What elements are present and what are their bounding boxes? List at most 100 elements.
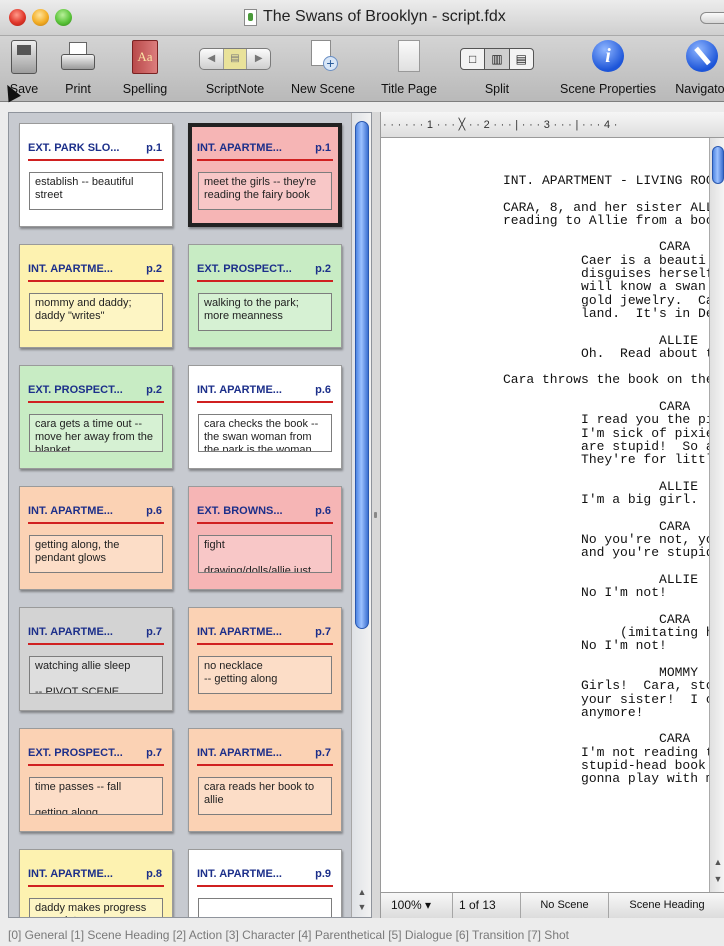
script-pane: · · · · · · 1 · · · ╳ · · 2 · · · | · · … xyxy=(380,112,724,918)
card-summary[interactable]: establish -- beautiful street xyxy=(29,172,163,210)
split-vertical-button[interactable]: ▥ xyxy=(485,49,510,69)
card-page-number: p.6 xyxy=(315,384,331,396)
card-summary[interactable]: cara checks the book -- the swan woman f… xyxy=(198,414,332,452)
script-line: I'm sick of pixie xyxy=(503,425,709,441)
card-summary[interactable]: cara gets a time out -- move her away fr… xyxy=(29,414,163,452)
next-note-button[interactable]: ▶ xyxy=(247,49,270,69)
card-heading-text: EXT. BROWNS... xyxy=(197,505,283,517)
split-horizontal-button[interactable]: ▤ xyxy=(510,49,533,69)
card-summary[interactable]: meet the girls -- they're reading the fa… xyxy=(198,172,332,210)
scriptnote-control: ◀ ▤ ▶ ScriptNote xyxy=(192,40,278,96)
index-card[interactable]: INT. APARTME... p.7 no necklace -- getting… xyxy=(188,607,342,711)
card-summary[interactable]: mommy and daddy; daddy "writes" xyxy=(29,293,163,331)
script-line: CARA xyxy=(503,518,691,534)
card-summary[interactable]: cara reads her book to allie xyxy=(198,777,332,815)
index-card[interactable]: EXT. PROSPECT... p.2 walking to the park; … xyxy=(188,244,342,348)
card-summary[interactable]: time passes -- fall getting along xyxy=(29,777,163,815)
index-card[interactable]: EXT. PROSPECT... p.2 cara gets a time out … xyxy=(19,365,173,469)
navigator-label: Navigator xyxy=(675,82,724,96)
script-line xyxy=(503,560,709,573)
script-line: Cara throws the book on the xyxy=(503,372,709,388)
card-scrollbar[interactable]: ▲ ▼ xyxy=(351,113,371,917)
element-popup[interactable]: Scene Heading xyxy=(609,893,724,918)
script-text[interactable]: INT. APARTMENT - LIVING ROO CARA, 8, and … xyxy=(503,174,709,786)
title-page-button[interactable]: Title Page xyxy=(378,40,440,96)
previous-note-button[interactable]: ◀ xyxy=(200,49,224,69)
index-card-pane: EXT. PARK SLO... p.1 establish -- beautifu… xyxy=(8,112,372,918)
card-summary[interactable]: no necklace -- getting along xyxy=(198,656,332,694)
script-line: No you're not, yo xyxy=(503,532,709,548)
ruler-scale: · · · · · · 1 · · · ╳ · · 2 · · · | · · … xyxy=(383,119,618,131)
script-line: CARA, 8, and her sister ALLI xyxy=(503,199,709,215)
card-summary[interactable]: daddy makes progress on script xyxy=(29,898,163,917)
spelling-button[interactable]: Aa Spelling xyxy=(112,40,178,96)
script-line xyxy=(503,360,709,373)
script-line: CARA xyxy=(503,731,691,747)
script-line: (imitating h xyxy=(503,625,709,641)
index-card[interactable]: INT. APARTME... p.2 mommy and daddy; daddy… xyxy=(19,244,173,348)
index-card[interactable]: INT. APARTME... p.6 getting along, the pen… xyxy=(19,486,173,590)
print-button[interactable]: Print xyxy=(56,40,100,96)
script-scroll-arrows[interactable]: ▲ ▼ xyxy=(711,854,724,890)
card-scene-heading: INT. APARTME... p.1 xyxy=(197,142,333,161)
card-summary[interactable]: getting along, the pendant glows xyxy=(29,535,163,573)
close-window-button[interactable] xyxy=(9,9,26,26)
index-card-grid: EXT. PARK SLO... p.1 establish -- beautifu… xyxy=(9,113,351,917)
script-line: are stupid! So a xyxy=(503,438,709,454)
card-heading-text: INT. APARTME... xyxy=(197,626,282,638)
scriptnote-label: ScriptNote xyxy=(205,82,265,96)
card-scene-heading: INT. APARTME... p.7 xyxy=(197,626,333,645)
card-scroll-arrows[interactable]: ▲ ▼ xyxy=(354,885,370,917)
zoom-popup[interactable]: 100% ▾ xyxy=(381,893,453,918)
ruler[interactable]: · · · · · · 1 · · · ╳ · · 2 · · · | · · … xyxy=(381,112,724,138)
split-none-button[interactable]: □ xyxy=(461,49,486,69)
scene-properties-button[interactable]: i Scene Properties xyxy=(556,40,660,96)
index-card[interactable]: INT. APARTME... p.1 meet the girls -- they… xyxy=(188,123,342,227)
save-button[interactable]: Save xyxy=(2,40,46,96)
toolbar-toggle-button[interactable] xyxy=(700,12,724,24)
index-card[interactable]: INT. APARTME... p.7 cara reads her book to… xyxy=(188,728,342,832)
index-card[interactable]: INT. APARTME... p.6 cara checks the book -… xyxy=(188,365,342,469)
script-line xyxy=(503,600,709,613)
index-card[interactable]: INT. APARTME... p.7 watching allie sleep -… xyxy=(19,607,173,711)
script-line: land. It's in De xyxy=(503,305,709,321)
script-scrollbar[interactable]: ▲ ▼ xyxy=(709,138,724,892)
status-bar: 100% ▾ 1 of 13 No Scene Scene Heading xyxy=(381,892,724,918)
script-line xyxy=(503,467,709,480)
script-line xyxy=(503,187,709,200)
script-line xyxy=(503,227,709,240)
index-card[interactable]: EXT. PROSPECT... p.7 time passes -- fall g… xyxy=(19,728,173,832)
zoom-window-button[interactable] xyxy=(55,9,72,26)
script-line: No I'm not! xyxy=(503,638,667,654)
card-scroll-thumb[interactable] xyxy=(355,121,369,629)
card-scene-heading: INT. APARTME... p.2 xyxy=(28,263,164,282)
navigator-button[interactable]: Navigator xyxy=(666,40,724,96)
minimize-window-button[interactable] xyxy=(32,9,49,26)
new-scene-button[interactable]: + New Scene xyxy=(286,40,360,96)
splitter-grip[interactable] xyxy=(374,512,377,518)
card-summary[interactable]: fight drawing/dolls/allie just xyxy=(198,535,332,573)
card-summary[interactable]: walking to the park; more meanness xyxy=(198,293,332,331)
card-page-number: p.6 xyxy=(146,505,162,517)
script-line: MOMMY xyxy=(503,664,699,680)
card-page-number: p.7 xyxy=(146,747,162,759)
script-line: Caer is a beauti xyxy=(503,252,706,268)
script-line: gold jewelry. Ca xyxy=(503,292,709,308)
script-line: INT. APARTMENT - LIVING ROO xyxy=(503,173,709,188)
compass-icon xyxy=(686,40,718,72)
index-card[interactable]: EXT. PARK SLO... p.1 establish -- beautifu… xyxy=(19,123,173,227)
script-scroll-thumb[interactable] xyxy=(712,146,724,184)
card-summary[interactable] xyxy=(198,898,332,917)
index-card[interactable]: INT. APARTME... p.8 daddy makes progress o… xyxy=(19,849,173,917)
index-card[interactable]: EXT. BROWNS... p.6 fight drawing/dolls/all… xyxy=(188,486,342,590)
script-line: ALLIE xyxy=(503,571,699,587)
index-card[interactable]: INT. APARTME... p.9 xyxy=(188,849,342,917)
new-scene-label: New Scene xyxy=(291,82,355,96)
note-icon-button[interactable]: ▤ xyxy=(223,49,248,69)
card-summary[interactable]: watching allie sleep -- PIVOT SCENE xyxy=(29,656,163,694)
printer-icon xyxy=(61,42,95,74)
pane-splitter[interactable] xyxy=(372,112,380,918)
title-page-label: Title Page xyxy=(381,82,437,96)
card-page-number: p.1 xyxy=(146,142,162,154)
script-page[interactable]: INT. APARTMENT - LIVING ROO CARA, 8, and … xyxy=(381,138,709,892)
